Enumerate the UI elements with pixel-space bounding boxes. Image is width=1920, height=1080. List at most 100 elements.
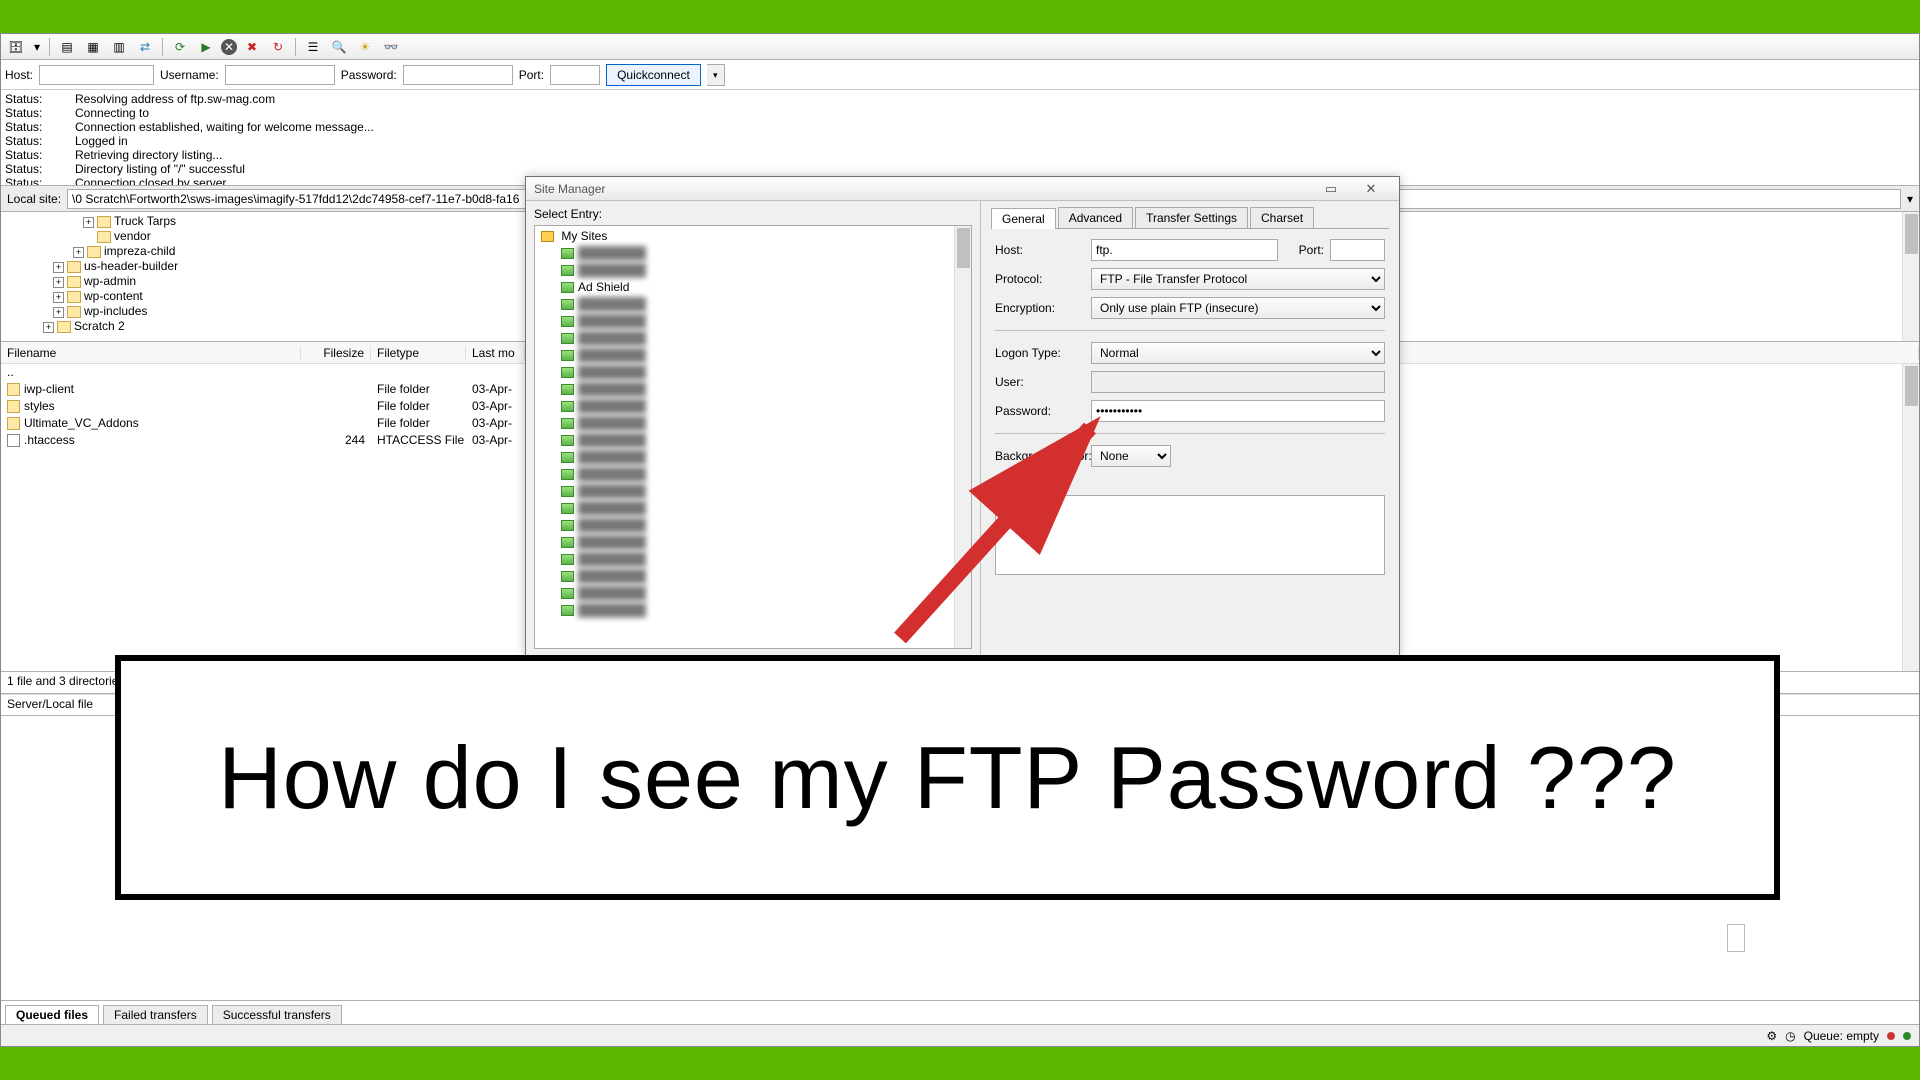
tab-failed-transfers[interactable]: Failed transfers <box>103 1005 208 1024</box>
dlg-port-input[interactable] <box>1330 239 1385 261</box>
maximize-icon[interactable]: ▭ <box>1311 181 1351 197</box>
toolbar-dropdown-icon[interactable]: ▾ <box>31 37 43 57</box>
tab-advanced[interactable]: Advanced <box>1058 207 1133 228</box>
dlg-password-input[interactable] <box>1091 400 1385 422</box>
tab-successful-transfers[interactable]: Successful transfers <box>212 1005 342 1024</box>
host-label: Host: <box>5 68 33 82</box>
server-icon <box>561 520 574 531</box>
server-icon <box>561 435 574 446</box>
sites-tree[interactable]: My Sites ████████████████Ad Shield██████… <box>534 225 972 649</box>
dlg-host-input[interactable] <box>1091 239 1278 261</box>
server-icon <box>561 384 574 395</box>
file-row[interactable]: iwp-clientFile folder03-Apr- <box>1 381 525 398</box>
disconnect-icon[interactable]: ✖ <box>241 37 263 57</box>
password-label: Password: <box>341 68 397 82</box>
dlg-user-label: User: <box>995 375 1085 389</box>
decorative-box <box>1727 924 1745 952</box>
refresh-icon[interactable]: ⟳ <box>169 37 191 57</box>
file-row[interactable]: .htaccess244HTACCESS File03-Apr- <box>1 432 525 449</box>
file-row[interactable]: Ultimate_VC_AddonsFile folder03-Apr- <box>1 415 525 432</box>
dlg-bgcolor-label: Background color: <box>995 449 1085 463</box>
dlg-protocol-select[interactable]: FTP - File Transfer Protocol <box>1091 268 1385 290</box>
site-entry[interactable]: ████████ <box>537 245 969 262</box>
site-entry[interactable]: ████████ <box>537 330 969 347</box>
dialog-titlebar[interactable]: Site Manager ▭ ✕ <box>526 177 1399 201</box>
tab-queued-files[interactable]: Queued files <box>5 1005 99 1024</box>
server-icon <box>561 248 574 259</box>
site-entry[interactable]: ████████ <box>537 602 969 619</box>
tab-transfer-settings[interactable]: Transfer Settings <box>1135 207 1248 228</box>
site-entry[interactable]: ████████ <box>537 364 969 381</box>
toggle-log-icon[interactable]: ▤ <box>56 37 78 57</box>
site-entry[interactable]: ████████ <box>537 517 969 534</box>
site-entry[interactable]: ████████ <box>537 432 969 449</box>
process-queue-icon[interactable]: ▶ <box>195 37 217 57</box>
local-site-dropdown-icon[interactable]: ▾ <box>1901 192 1919 206</box>
tree-item[interactable]: +Truck Tarps <box>3 214 523 229</box>
site-entry[interactable]: ████████ <box>537 347 969 364</box>
site-entry[interactable]: ████████ <box>537 500 969 517</box>
server-icon <box>561 350 574 361</box>
clock-icon: ◷ <box>1785 1029 1795 1043</box>
server-icon <box>561 554 574 565</box>
site-entry[interactable]: Ad Shield <box>537 279 969 296</box>
local-file-list[interactable]: Filename Filesize Filetype Last mo ..iwp… <box>1 342 526 671</box>
tree-item[interactable]: +us-header-builder <box>3 259 523 274</box>
filter-icon[interactable]: ☰ <box>302 37 324 57</box>
site-entry[interactable]: ████████ <box>537 551 969 568</box>
server-icon <box>561 469 574 480</box>
dlg-logon-select[interactable]: Normal <box>1091 342 1385 364</box>
site-entry[interactable]: ████████ <box>537 466 969 483</box>
site-entry[interactable]: ████████ <box>537 296 969 313</box>
site-entry[interactable]: ████████ <box>537 534 969 551</box>
close-icon[interactable]: ✕ <box>1351 181 1391 197</box>
dialog-tabs: General Advanced Transfer Settings Chars… <box>991 207 1389 229</box>
password-input[interactable] <box>403 65 513 85</box>
transfer-tabs: Queued files Failed transfers Successful… <box>1 1000 1919 1024</box>
dlg-bgcolor-select[interactable]: None <box>1091 445 1171 467</box>
site-entry[interactable]: ████████ <box>537 449 969 466</box>
tree-item[interactable]: vendor <box>3 229 523 244</box>
binoculars-icon[interactable]: 👓 <box>380 37 402 57</box>
sync-browse-icon[interactable]: ⇄ <box>134 37 156 57</box>
local-directory-tree[interactable]: +Truck Tarps vendor +impreza-child +us-h… <box>1 212 526 341</box>
tree-item[interactable]: +wp-content <box>3 289 523 304</box>
username-input[interactable] <box>225 65 335 85</box>
sites-root[interactable]: My Sites <box>537 228 969 245</box>
tree-item[interactable]: +impreza-child <box>3 244 523 259</box>
quickconnect-dropdown[interactable]: ▾ <box>707 64 725 86</box>
cancel-icon[interactable]: ✕ <box>221 39 237 55</box>
gear-icon[interactable]: ⚙ <box>1766 1029 1777 1043</box>
file-row[interactable]: .. <box>1 364 525 381</box>
site-entry[interactable]: ████████ <box>537 313 969 330</box>
tab-charset[interactable]: Charset <box>1250 207 1314 228</box>
site-entry[interactable]: ████████ <box>537 398 969 415</box>
site-manager-icon[interactable]: 🗄 <box>5 37 27 57</box>
dlg-user-input[interactable] <box>1091 371 1385 393</box>
message-log: Status:Resolving address of ftp.sw-mag.c… <box>1 90 1919 186</box>
port-input[interactable] <box>550 65 600 85</box>
toggle-queue-icon[interactable]: ▥ <box>108 37 130 57</box>
toggle-tree-icon[interactable]: ▦ <box>82 37 104 57</box>
site-entry[interactable]: ████████ <box>537 585 969 602</box>
dlg-comments-textarea[interactable] <box>995 495 1385 575</box>
site-manager-dialog: Site Manager ▭ ✕ Select Entry: My Sites … <box>525 176 1400 656</box>
tree-item[interactable]: +Scratch 2 <box>3 319 523 334</box>
host-input[interactable] <box>39 65 154 85</box>
tree-item[interactable]: +wp-admin <box>3 274 523 289</box>
site-entry[interactable]: ████████ <box>537 262 969 279</box>
status-dot-red <box>1887 1032 1895 1040</box>
quickconnect-button[interactable]: Quickconnect <box>606 64 701 86</box>
site-entry[interactable]: ████████ <box>537 381 969 398</box>
site-entry[interactable]: ████████ <box>537 568 969 585</box>
tree-item[interactable]: +wp-includes <box>3 304 523 319</box>
file-row[interactable]: stylesFile folder03-Apr- <box>1 398 525 415</box>
server-icon <box>561 333 574 344</box>
search-icon[interactable]: 🔍 <box>328 37 350 57</box>
tab-general[interactable]: General <box>991 208 1056 229</box>
site-entry[interactable]: ████████ <box>537 483 969 500</box>
compare-icon[interactable]: ☀ <box>354 37 376 57</box>
reconnect-icon[interactable]: ↻ <box>267 37 289 57</box>
site-entry[interactable]: ████████ <box>537 415 969 432</box>
dlg-encryption-select[interactable]: Only use plain FTP (insecure) <box>1091 297 1385 319</box>
